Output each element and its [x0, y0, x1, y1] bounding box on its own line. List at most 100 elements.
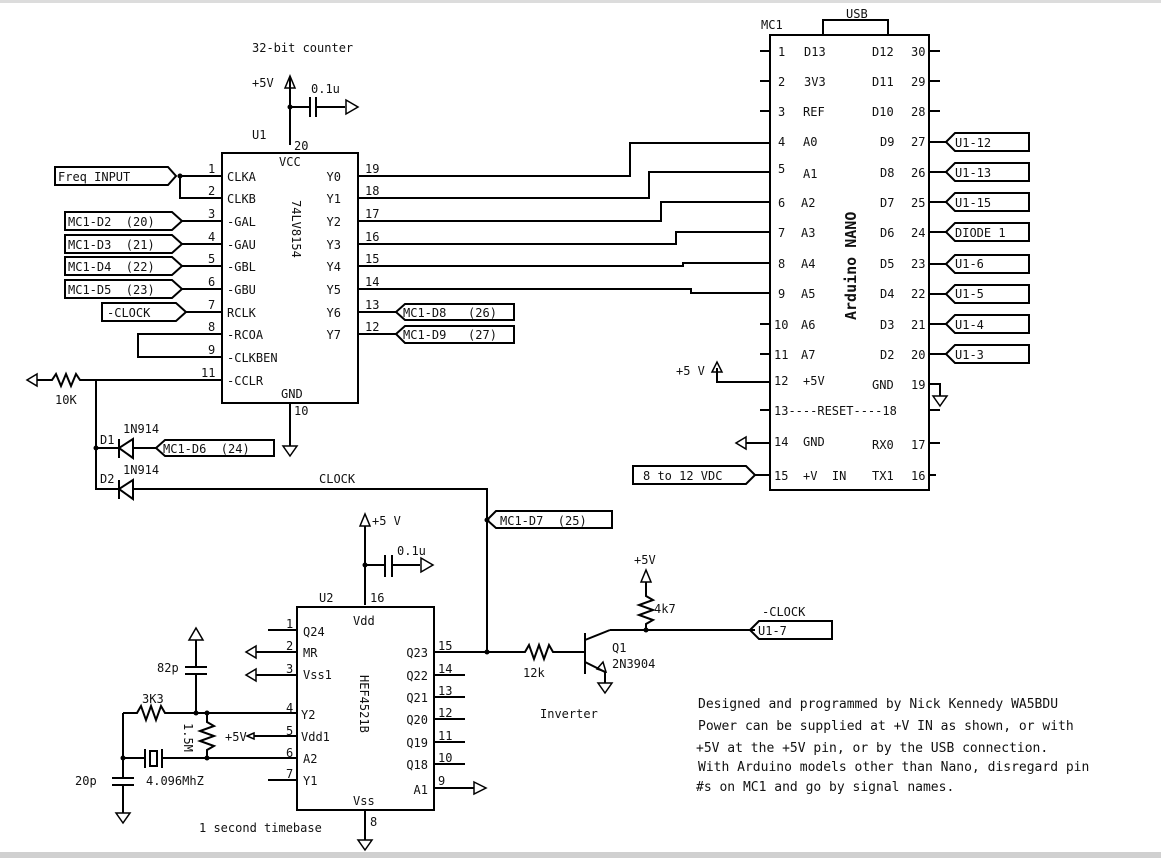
svg-text:A2: A2 — [801, 196, 815, 210]
mc1-net-labels: U1-12 U1-13 U1-15 DIODE 1 U1-6 U1-5 U1-4… — [944, 132, 1030, 364]
mc1-ref: MC1 — [761, 18, 783, 32]
net-label-mc1-d2: MC1-D2 (20) — [64, 211, 184, 231]
svg-text:Q19: Q19 — [406, 736, 428, 750]
u2-vss-label: Vss — [353, 794, 375, 808]
ground-icon — [114, 812, 132, 825]
svg-text:7: 7 — [208, 298, 215, 312]
svg-text:1: 1 — [286, 617, 293, 631]
svg-text:U1-6: U1-6 — [955, 257, 984, 271]
u1-vcc-pin: 20 — [294, 139, 308, 153]
svg-text:Q24: Q24 — [303, 625, 325, 639]
svg-text:With Arduino models other than: With Arduino models other than Nano, dis… — [698, 760, 1089, 775]
crystal-label: 4.096MhZ — [146, 774, 204, 788]
svg-text:Y7: Y7 — [327, 328, 341, 342]
svg-text:3: 3 — [778, 105, 785, 119]
u1-ic-body — [221, 152, 359, 404]
svg-text:CLKB: CLKB — [227, 192, 256, 206]
net-label-vin: 8 to 12 VDC — [632, 465, 757, 485]
mc1-pin-14: 14 GND — [734, 435, 825, 451]
svg-text:GND: GND — [803, 435, 825, 449]
svg-text:MC1-D4 (22): MC1-D4 (22) — [68, 260, 155, 274]
svg-text:19: 19 — [911, 378, 925, 392]
svg-text:5: 5 — [208, 252, 215, 266]
mc1-pin-21: D3 21 — [880, 318, 946, 332]
svg-text:22: 22 — [911, 287, 925, 301]
resistor-10k — [37, 371, 90, 389]
svg-text:GND: GND — [872, 378, 894, 392]
mc1-name: Arduino NANO — [842, 212, 860, 320]
svg-text:5: 5 — [286, 724, 293, 738]
u1-pin-16: Y3 16 — [327, 230, 770, 252]
svg-text:Y0: Y0 — [327, 170, 341, 184]
svg-text:2N3904: 2N3904 — [612, 657, 655, 671]
svg-text:17: 17 — [911, 438, 925, 452]
svg-text:RX0: RX0 — [872, 438, 894, 452]
svg-text:8: 8 — [208, 320, 215, 334]
net-label-u1-6: U1-6 — [944, 254, 1030, 274]
schematic: 32-bit counter +5V 0.1u U1 20 VCC GND 74… — [25, 7, 1089, 852]
svg-text:21: 21 — [911, 318, 925, 332]
window-bottom-edge — [0, 852, 1161, 858]
u2-caption: 1 second timebase — [199, 821, 322, 835]
net-label-mc1-d9: MC1-D9 (27) — [394, 325, 515, 344]
svg-text:TX1: TX1 — [872, 469, 894, 483]
svg-text:13: 13 — [438, 684, 452, 698]
svg-text:MC1-D3 (21): MC1-D3 (21) — [68, 238, 155, 252]
capacitor-82p: 82p — [157, 626, 207, 713]
title-32bit-counter: 32-bit counter — [252, 41, 353, 55]
svg-text:Power can be supplied at +V IN: Power can be supplied at +V IN as shown,… — [698, 719, 1074, 734]
svg-text:A5: A5 — [801, 287, 815, 301]
svg-text:26: 26 — [911, 166, 925, 180]
net-label-mc1-d3: MC1-D3 (21) — [64, 234, 184, 254]
net-label-u1-15: U1-15 — [944, 192, 1030, 212]
svg-text:D1: D1 — [100, 433, 114, 447]
svg-text:12: 12 — [365, 320, 379, 334]
ground-icon — [281, 445, 299, 458]
svg-text:+5V at the +5V pin, or by the: +5V at the +5V pin, or by the USB connec… — [696, 741, 1048, 756]
svg-text:Vss1: Vss1 — [303, 668, 332, 682]
capacitor-20p-label: 20p — [75, 774, 97, 788]
svg-text:-RCOA: -RCOA — [227, 328, 264, 342]
svg-text:A7: A7 — [801, 348, 815, 362]
svg-text:2: 2 — [778, 75, 785, 89]
svg-text:A3: A3 — [801, 226, 815, 240]
svg-text:2: 2 — [286, 639, 293, 653]
u2-supply-label: +5 V — [372, 514, 401, 528]
svg-text:A6: A6 — [801, 318, 815, 332]
svg-text:12: 12 — [774, 374, 788, 388]
svg-text:7: 7 — [778, 226, 785, 240]
u2-decoupling-capacitor — [365, 555, 420, 577]
svg-text:U1-3: U1-3 — [955, 348, 984, 362]
svg-text:-GAU: -GAU — [227, 238, 256, 252]
resistor-3k3-label: 3K3 — [142, 692, 164, 706]
svg-text:D2: D2 — [880, 348, 894, 362]
svg-text:7: 7 — [286, 767, 293, 781]
svg-text:15: 15 — [774, 469, 788, 483]
net-label-u1-13: U1-13 — [944, 162, 1030, 182]
u2-vdd-arrow-icon — [358, 512, 372, 527]
svg-text:11: 11 — [201, 366, 215, 380]
svg-text:5: 5 — [778, 162, 785, 176]
svg-text:A2: A2 — [303, 752, 317, 766]
svg-text:D7: D7 — [880, 196, 894, 210]
svg-text:Q18: Q18 — [406, 758, 428, 772]
svg-text:13: 13 — [365, 298, 379, 312]
u2-cap-label: 0.1u — [397, 544, 426, 558]
svg-text:U1-12: U1-12 — [955, 136, 991, 150]
svg-text:1: 1 — [778, 45, 785, 59]
svg-text:3: 3 — [286, 662, 293, 676]
svg-text:MC1-D6 (24): MC1-D6 (24) — [163, 442, 250, 456]
mc1-pin-11: 11 A7 — [760, 348, 815, 362]
net-label-u1-12: U1-12 — [944, 132, 1030, 152]
net-label-freq-input: Freq INPUT — [54, 166, 183, 186]
svg-text:Y5: Y5 — [327, 283, 341, 297]
svg-text:Q1: Q1 — [612, 641, 626, 655]
mc1-pin-10: 10 A6 — [760, 318, 815, 332]
svg-text:3: 3 — [208, 207, 215, 221]
ground-icon — [356, 839, 374, 852]
resistor-4k7 — [636, 582, 656, 630]
crystal — [122, 713, 297, 768]
svg-text:9: 9 — [208, 343, 215, 357]
svg-text:-CCLR: -CCLR — [227, 374, 264, 388]
svg-text:15: 15 — [365, 252, 379, 266]
